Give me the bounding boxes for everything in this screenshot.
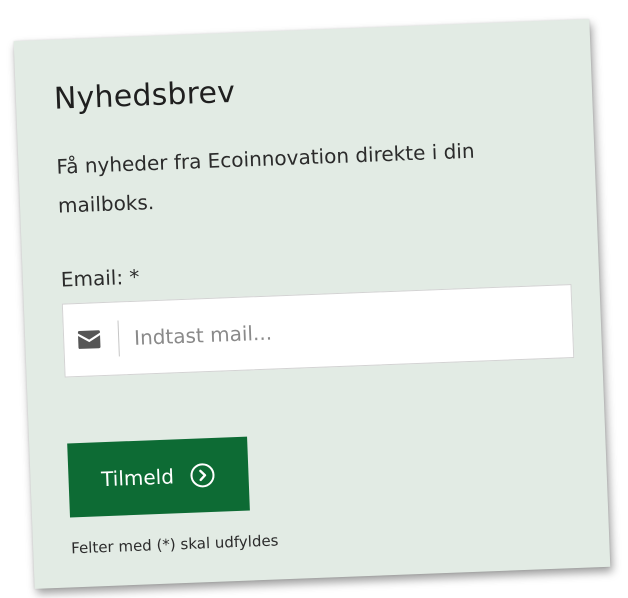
email-label: Email: *	[60, 264, 140, 292]
newsletter-card: Nyhedsbrev Få nyheder fra Ecoinnovation …	[13, 19, 611, 589]
input-divider	[117, 320, 120, 357]
subscribe-button-label: Tilmeld	[100, 464, 175, 492]
subscribe-button[interactable]: Tilmeld	[67, 436, 250, 518]
newsletter-title: Nyhedsbrev	[53, 74, 236, 117]
envelope-icon	[77, 329, 102, 350]
email-input[interactable]	[133, 301, 555, 358]
required-fields-note: Felter med (*) skal udfyldes	[70, 531, 279, 558]
page: Nyhedsbrev Få nyheder fra Ecoinnovation …	[0, 0, 628, 598]
newsletter-description: Få nyheder fra Ecoinnovation direkte i d…	[56, 138, 475, 218]
chevron-right-circle-icon	[189, 462, 216, 489]
email-field[interactable]	[61, 284, 575, 378]
